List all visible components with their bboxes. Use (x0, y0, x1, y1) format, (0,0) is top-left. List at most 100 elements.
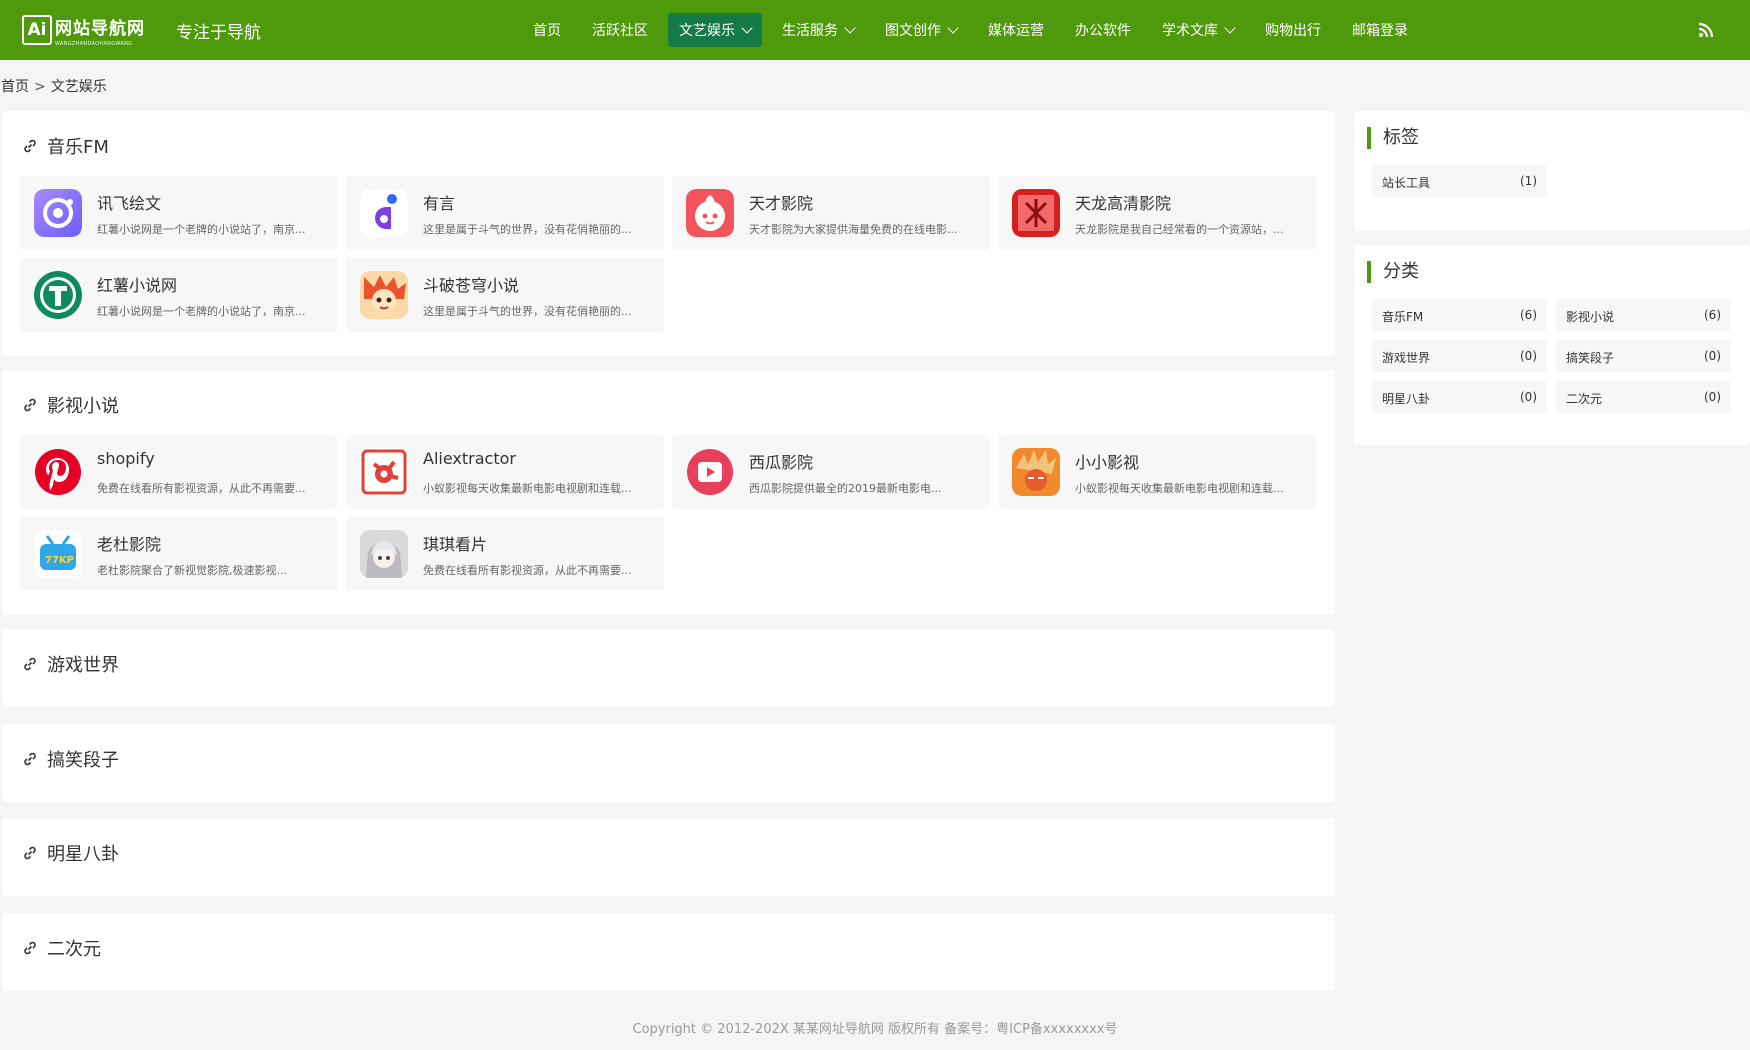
category-item[interactable]: 明星八卦 (0) (1372, 381, 1547, 413)
sidebar-tags-card: 标签 站长工具 (1) (1354, 111, 1750, 231)
pinterest-icon (34, 448, 82, 496)
nav-item-label: 学术文库 (1162, 23, 1218, 39)
site-card-name: 天龙高清影院 (1075, 194, 1172, 213)
xigua-icon (686, 448, 734, 496)
section-game-world: 游戏世界 (2, 629, 1335, 707)
aliextractor-icon (360, 448, 408, 496)
rss-icon[interactable] (1698, 22, 1714, 38)
sidebar-tags-title: 标签 (1367, 127, 1419, 149)
hongshu-icon (34, 271, 82, 319)
category-item[interactable]: 游戏世界 (0) (1372, 340, 1547, 372)
site-card-desc: 天龙影院是我自己经常看的一个资源站，... (1075, 223, 1284, 236)
link-icon (24, 398, 36, 412)
main-nav: 首页 活跃社区 文艺娱乐 生活服务 图文创作 媒体运营 办公软件 学术文库 购物出行 邮箱登录 (522, 13, 1428, 47)
category-item[interactable]: 影视小说 (6) (1556, 299, 1731, 331)
section-title-text: 影视小说 (47, 396, 119, 417)
site-card-name: 西瓜影院 (749, 453, 814, 472)
site-card[interactable]: 天才影院天才影院为大家提供海量免费的在线电影... (672, 176, 990, 250)
breadcrumb-home[interactable]: 首页 (1, 79, 29, 95)
category-item[interactable]: 音乐FM (6) (1372, 299, 1547, 331)
link-icon (24, 941, 36, 955)
nav-item-label: 活跃社区 (592, 23, 648, 39)
nav-item-6[interactable]: 办公软件 (1064, 13, 1142, 47)
site-card-desc: 小蚁影视每天收集最新电影电视剧和连载... (1075, 482, 1284, 495)
site-card[interactable]: 斗破苍穹小说 这里是属于斗气的世界，没有花俏艳丽的... (346, 258, 664, 332)
tag-label: 二次元 (1566, 392, 1603, 406)
breadcrumb-separator: > (34, 79, 46, 95)
laodu-icon: 77KP (34, 530, 82, 578)
site-card-name: 天才影院 (749, 194, 814, 213)
nav-item-8[interactable]: 购物出行 (1254, 13, 1332, 47)
sidebar-categories-title: 分类 (1367, 261, 1419, 283)
site-card[interactable]: 西瓜影院 西瓜影院提供最全的2019最新电影电... (672, 435, 990, 509)
site-logo[interactable]: Ai 网站导航网 WANGZHANDAOHANGWANG (22, 12, 145, 48)
section-funny: 搞笑段子 (2, 724, 1335, 802)
site-card-name: 有言 (423, 194, 456, 213)
nav-item-label: 购物出行 (1265, 23, 1321, 39)
site-card-name: 琪琪看片 (423, 535, 488, 554)
site-card[interactable]: 红薯小说网 红薯小说网是一个老牌的小说站了，南京... (20, 258, 338, 332)
site-card-name: 老杜影院 (97, 535, 162, 554)
section-title-text: 明星八卦 (47, 844, 119, 865)
site-card-desc: 红薯小说网是一个老牌的小说站了，南京... (97, 223, 306, 236)
nav-item-label: 生活服务 (782, 23, 838, 39)
nav-item-0[interactable]: 首页 (522, 13, 572, 47)
section-title-text: 二次元 (47, 939, 101, 960)
site-card[interactable]: 77KP 老杜影院 老杜影院聚合了新视觉影院,极速影视... (20, 517, 338, 591)
chevron-down-icon (844, 21, 856, 34)
nav-item-9[interactable]: 邮箱登录 (1341, 13, 1419, 47)
tag-label: 影视小说 (1566, 310, 1615, 324)
tag-label: 游戏世界 (1382, 351, 1431, 365)
chevron-down-icon (947, 21, 959, 34)
nav-item-2[interactable]: 文艺娱乐 (668, 13, 762, 47)
nav-item-label: 邮箱登录 (1352, 23, 1408, 39)
nav-item-label: 文艺娱乐 (679, 23, 735, 39)
section-title-text: 游戏世界 (47, 655, 119, 676)
tag-label: 站长工具 (1382, 176, 1431, 190)
link-icon (24, 846, 36, 860)
tag-label: 搞笑段子 (1566, 351, 1615, 365)
breadcrumb-current: 文艺娱乐 (50, 79, 107, 95)
footer-copyright: Copyright © 2012-202X 某某网址导航网 版权所有 备案号：粤… (632, 1022, 1118, 1037)
site-card[interactable]: 有言 这里是属于斗气的世界，没有花俏艳丽的... (346, 176, 664, 250)
xunfei-icon (34, 189, 82, 237)
category-item[interactable]: 二次元 (0) (1556, 381, 1731, 413)
site-card[interactable]: Aliextractor 小蚁影视每天收集最新电影电视剧和连载... (346, 435, 664, 509)
youyan-icon (360, 189, 408, 237)
link-icon (24, 139, 36, 153)
site-card-name: 讯飞绘文 (97, 194, 162, 213)
section-title: 搞笑段子 (22, 746, 119, 772)
nav-item-7[interactable]: 学术文库 (1151, 13, 1245, 47)
nav-item-5[interactable]: 媒体运营 (977, 13, 1055, 47)
chevron-down-icon (741, 21, 753, 34)
tag-item[interactable]: 站长工具 (1) (1372, 165, 1547, 197)
top-navbar: Ai 网站导航网 WANGZHANDAOHANGWANG 专注于导航 首页 活跃社… (0, 0, 1750, 60)
site-card[interactable]: 小小影视 小蚁影视每天收集最新电影电视剧和连载... (998, 435, 1316, 509)
section-title-text: 音乐FM (47, 137, 109, 158)
qiqi-icon (360, 530, 408, 578)
sidebar-categories-card: 分类 音乐FM (6) 影视小说 (6) 游戏世界 (0) 搞笑段子 (0) 明星八卦 (0) 二次… (1354, 245, 1750, 445)
site-card[interactable]: 琪琪看片 免费在线看所有影视资源，从此不再需要... (346, 517, 664, 591)
link-icon (24, 752, 36, 766)
site-card[interactable]: shopify 免费在线看所有影视资源，从此不再需要... (20, 435, 338, 509)
section-title: 明星八卦 (22, 840, 119, 866)
logo-text: 网站导航网 (55, 18, 145, 39)
site-card[interactable]: 讯飞绘文红薯小说网是一个老牌的小说站了，南京... (20, 176, 338, 250)
tag-count: (0) (1704, 349, 1721, 363)
nav-item-label: 图文创作 (885, 23, 941, 39)
nav-item-4[interactable]: 图文创作 (874, 13, 968, 47)
site-card-desc: 红薯小说网是一个老牌的小说站了，南京... (97, 305, 306, 318)
tag-count: (6) (1704, 308, 1721, 322)
logo-subtext: WANGZHANDAOHANGWANG (55, 40, 133, 47)
category-item[interactable]: 搞笑段子 (0) (1556, 340, 1731, 372)
nav-item-label: 办公软件 (1075, 23, 1131, 39)
site-card-desc: 天才影院为大家提供海量免费的在线电影... (749, 223, 958, 236)
xiaoxiao-icon (1012, 448, 1060, 496)
link-icon (24, 657, 36, 671)
nav-item-1[interactable]: 活跃社区 (581, 13, 659, 47)
section-music-fm: 音乐FM 讯飞绘文 红薯小说网是一个老牌的小说站了，南京... 有言 这里是属于斗气的世… (2, 111, 1335, 356)
site-card[interactable]: 天龙高清影院天龙影院是我自己经常看的一个资源站，... (998, 176, 1316, 250)
tianlong-icon (1012, 189, 1060, 237)
site-tagline: 专注于导航 (176, 23, 261, 43)
nav-item-3[interactable]: 生活服务 (771, 13, 865, 47)
